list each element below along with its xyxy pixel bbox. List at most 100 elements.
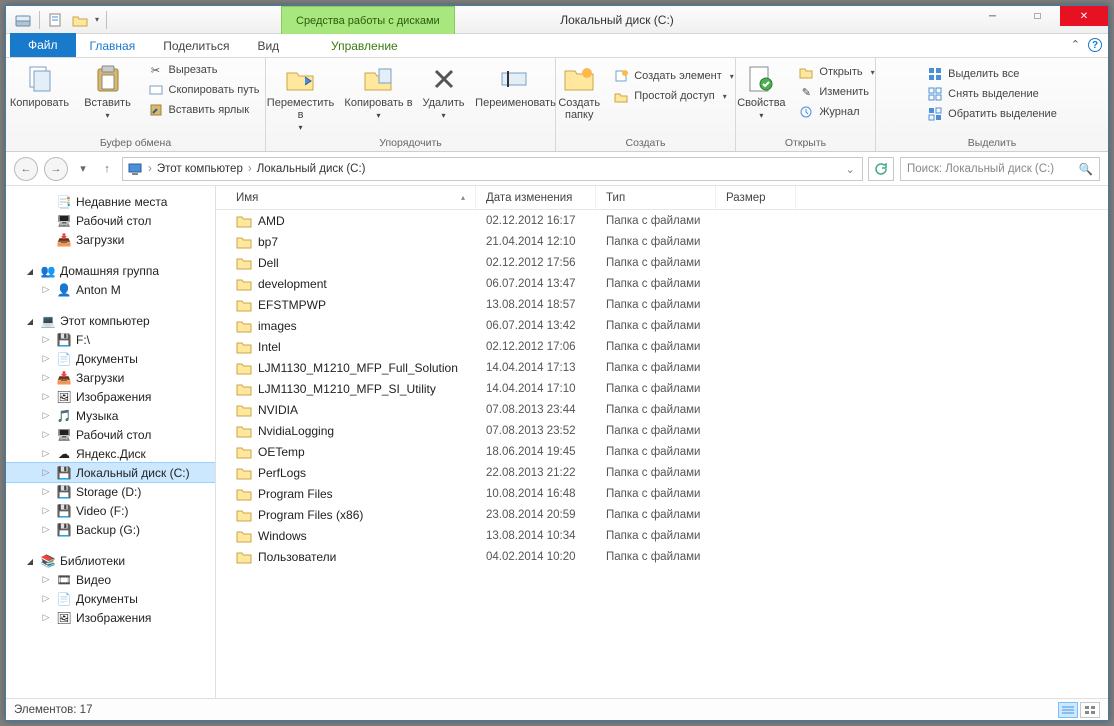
search-input[interactable]: Поиск: Локальный диск (C:) 🔍 <box>900 157 1100 181</box>
copy-button[interactable]: Копировать <box>8 61 72 109</box>
tree-downloads[interactable]: 📥Загрузки <box>6 230 215 249</box>
file-row[interactable]: Пользователи04.02.2014 10:20Папка с файл… <box>216 546 1108 567</box>
nav-tree[interactable]: 📑Недавние места 🖥Рабочий стол 📥Загрузки … <box>6 186 216 698</box>
tree-pictures[interactable]: 🖼Изображения <box>6 387 215 406</box>
tree-drive-c[interactable]: 💾Локальный диск (C:) <box>6 463 215 482</box>
tree-video-f[interactable]: 💾Video (F:) <box>6 501 215 520</box>
group-clipboard-label: Буфер обмена <box>6 137 265 149</box>
move-to-button[interactable]: Переместить в▾ <box>263 61 339 132</box>
file-row[interactable]: Program Files10.08.2014 16:48Папка с фай… <box>216 483 1108 504</box>
history-button[interactable]: Журнал <box>794 103 878 121</box>
tree-documents[interactable]: 📄Документы <box>6 349 215 368</box>
file-row[interactable]: Dell02.12.2012 17:56Папка с файлами <box>216 252 1108 273</box>
tab-share[interactable]: Поделиться <box>149 35 243 57</box>
properties-icon[interactable] <box>45 9 67 31</box>
tree-lib-video[interactable]: 🎞Видео <box>6 570 215 589</box>
col-size[interactable]: Размер <box>716 186 796 209</box>
tree-lib-docs[interactable]: 📄Документы <box>6 589 215 608</box>
file-name: NVIDIA <box>258 403 298 417</box>
new-folder-icon[interactable] <box>69 9 91 31</box>
up-button[interactable]: ↑ <box>98 157 116 181</box>
icons-view-button[interactable] <box>1080 702 1100 718</box>
cut-button[interactable]: ✂Вырезать <box>144 61 264 79</box>
tree-downloads2[interactable]: 📥Загрузки <box>6 368 215 387</box>
tree-homegroup[interactable]: 👥Домашняя группа <box>6 261 215 280</box>
file-row[interactable]: development06.07.2014 13:47Папка с файла… <box>216 273 1108 294</box>
qat-dropdown-icon[interactable]: ▾ <box>93 15 101 24</box>
col-name[interactable]: Имя▴ <box>216 186 476 209</box>
file-row[interactable]: Program Files (x86)23.08.2014 20:59Папка… <box>216 504 1108 525</box>
select-all-button[interactable]: Выделить все <box>923 65 1061 83</box>
file-date: 07.08.2013 23:44 <box>476 404 596 416</box>
breadcrumb-item[interactable]: Локальный диск (C:) <box>257 163 366 175</box>
recent-locations-button[interactable]: ▾ <box>74 157 92 181</box>
edit-icon: ✎ <box>798 84 814 100</box>
tree-user[interactable]: 👤Anton M <box>6 280 215 299</box>
collapse-ribbon-icon[interactable]: ⌃ <box>1071 38 1080 52</box>
tree-lib-pics[interactable]: 🖼Изображения <box>6 608 215 627</box>
minimize-button[interactable]: ─ <box>970 6 1015 26</box>
file-row[interactable]: OETemp18.06.2014 19:45Папка с файлами <box>216 441 1108 462</box>
details-view-button[interactable] <box>1058 702 1078 718</box>
copy-to-button[interactable]: Копировать в▾ <box>343 61 415 120</box>
file-row[interactable]: NvidiaLogging07.08.2013 23:52Папка с фай… <box>216 420 1108 441</box>
tree-this-pc[interactable]: 💻Этот компьютер <box>6 311 215 330</box>
file-row[interactable]: LJM1130_M1210_MFP_Full_Solution14.04.201… <box>216 357 1108 378</box>
file-row[interactable]: images06.07.2014 13:42Папка с файлами <box>216 315 1108 336</box>
copy-path-button[interactable]: Скопировать путь <box>144 81 264 99</box>
drive-icon[interactable] <box>12 9 34 31</box>
delete-button[interactable]: Удалить▾ <box>419 61 469 120</box>
select-none-button[interactable]: Снять выделение <box>923 85 1061 103</box>
open-button[interactable]: Открыть <box>794 63 878 81</box>
breadcrumb-item[interactable]: Этот компьютер <box>157 163 243 175</box>
file-row[interactable]: EFSTMPWP13.08.2014 18:57Папка с файлами <box>216 294 1108 315</box>
file-row[interactable]: Windows13.08.2014 10:34Папка с файлами <box>216 525 1108 546</box>
help-icon[interactable]: ? <box>1088 38 1102 52</box>
maximize-button[interactable]: □ <box>1015 6 1060 26</box>
file-row[interactable]: AMD02.12.2012 16:17Папка с файлами <box>216 210 1108 231</box>
documents-icon: 📄 <box>56 351 72 367</box>
paste-shortcut-button[interactable]: Вставить ярлык <box>144 101 264 119</box>
col-date[interactable]: Дата изменения <box>476 186 596 209</box>
file-row[interactable]: bp721.04.2014 12:10Папка с файлами <box>216 231 1108 252</box>
close-button[interactable]: ✕ <box>1060 6 1108 26</box>
new-item-button[interactable]: Создать элемент <box>609 67 738 85</box>
back-button[interactable]: ← <box>14 157 38 181</box>
file-row[interactable]: Intel02.12.2012 17:06Папка с файлами <box>216 336 1108 357</box>
easy-access-button[interactable]: Простой доступ <box>609 87 738 105</box>
context-tab-drive-tools[interactable]: Средства работы с дисками <box>281 6 455 34</box>
breadcrumb[interactable]: › Этот компьютер › Локальный диск (C:) ⌄ <box>122 157 863 181</box>
tree-backup-g[interactable]: 💾Backup (G:) <box>6 520 215 539</box>
file-row[interactable]: LJM1130_M1210_MFP_SI_Utility14.04.2014 1… <box>216 378 1108 399</box>
tree-yandex-disk[interactable]: ☁Яндекс.Диск <box>6 444 215 463</box>
tab-view[interactable]: Вид <box>243 35 293 57</box>
file-list[interactable]: Имя▴ Дата изменения Тип Размер AMD02.12.… <box>216 186 1108 698</box>
edit-button[interactable]: ✎Изменить <box>794 83 878 101</box>
rename-button[interactable]: Переименовать <box>473 61 559 109</box>
tree-libraries[interactable]: 📚Библиотеки <box>6 551 215 570</box>
tree-storage-d[interactable]: 💾Storage (D:) <box>6 482 215 501</box>
tree-music[interactable]: 🎵Музыка <box>6 406 215 425</box>
ribbon: Копировать Вставить ▾ ✂Вырезать Скопиров… <box>6 58 1108 152</box>
invert-selection-button[interactable]: Обратить выделение <box>923 105 1061 123</box>
paste-button[interactable]: Вставить ▾ <box>76 61 140 120</box>
search-icon: 🔍 <box>1079 162 1093 176</box>
refresh-button[interactable] <box>868 157 894 181</box>
tree-desktop[interactable]: 🖥Рабочий стол <box>6 211 215 230</box>
quick-access-toolbar: ▾ <box>6 9 110 31</box>
properties-button[interactable]: Свойства▾ <box>732 61 790 120</box>
tab-file[interactable]: Файл <box>10 33 76 57</box>
tree-desktop2[interactable]: 🖥Рабочий стол <box>6 425 215 444</box>
file-type: Папка с файлами <box>596 299 716 311</box>
forward-button[interactable]: → <box>44 157 68 181</box>
drive-icon: 💾 <box>56 522 72 538</box>
file-row[interactable]: NVIDIA07.08.2013 23:44Папка с файлами <box>216 399 1108 420</box>
tab-home[interactable]: Главная <box>76 35 150 57</box>
tab-manage[interactable]: Управление <box>301 35 428 57</box>
new-folder-button[interactable]: Создать папку <box>553 61 605 121</box>
tree-drive-f[interactable]: 💾F:\ <box>6 330 215 349</box>
breadcrumb-dropdown-icon[interactable]: ⌄ <box>842 162 858 176</box>
file-row[interactable]: PerfLogs22.08.2013 21:22Папка с файлами <box>216 462 1108 483</box>
col-type[interactable]: Тип <box>596 186 716 209</box>
tree-recent[interactable]: 📑Недавние места <box>6 192 215 211</box>
